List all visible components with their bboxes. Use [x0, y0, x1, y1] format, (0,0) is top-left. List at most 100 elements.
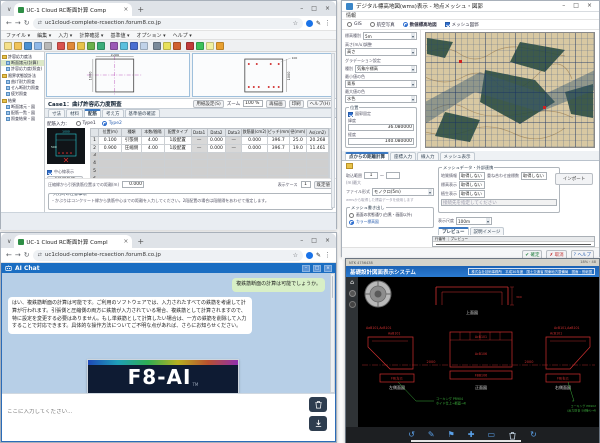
- send-button[interactable]: [309, 416, 327, 431]
- close-button[interactable]: ×: [587, 3, 592, 9]
- pen-extension-icon[interactable]: ✎: [316, 252, 321, 259]
- link-url-input[interactable]: 接続先を指定してください: [441, 199, 557, 206]
- settings-icon[interactable]: [186, 42, 194, 50]
- open-file-icon[interactable]: [14, 42, 22, 50]
- help-button[interactable]: ヘルプ(H): [307, 100, 333, 108]
- new-tab-button[interactable]: +: [137, 237, 144, 246]
- layers-icon[interactable]: [349, 301, 356, 308]
- browser-tab[interactable]: UC-1 Cloud RC断面計算 Comp ×: [14, 3, 132, 16]
- gis-radio[interactable]: GIS: [347, 22, 362, 27]
- clear-chat-button[interactable]: [309, 397, 327, 412]
- overlay-select[interactable]: 取得しない▾: [521, 172, 547, 180]
- tab-close-icon[interactable]: ×: [123, 6, 128, 13]
- mesh-checkbox[interactable]: メッシュ図郭: [445, 22, 479, 28]
- cut-icon[interactable]: [57, 42, 65, 50]
- type2-radio[interactable]: Type2: [102, 121, 122, 126]
- distance-input[interactable]: 0.000: [122, 181, 144, 188]
- url-field[interactable]: ⇄ uc1cloud-complete-rcsection.forum8.co.…: [33, 250, 303, 261]
- menu-info[interactable]: 情報: [346, 12, 356, 19]
- tab-mesh-display[interactable]: メッシュ表示: [440, 152, 475, 160]
- chat-message-area[interactable]: 複鉄筋断面の計算は可能でしょうか。 はい、複鉄筋断面の計算は可能です。ご利用のソ…: [2, 273, 335, 393]
- centerline-checkbox[interactable]: 中心線表示: [47, 169, 87, 175]
- tree-item[interactable]: 疲労照査: [1, 91, 44, 97]
- minimize-button[interactable]: –: [300, 238, 303, 244]
- format-select[interactable]: モノクロ(5m)▾: [372, 188, 434, 196]
- cad-canvas[interactable]: 300 上面図 AaB101,AcB101 AaB101 FB(左)1 左側面図…: [358, 277, 599, 427]
- calc-run-icon[interactable]: [153, 42, 161, 50]
- reload-icon[interactable]: ↻: [24, 251, 30, 259]
- export-color-radio[interactable]: カラー標高図: [349, 219, 431, 225]
- browser-menu-icon[interactable]: ⋮: [324, 19, 331, 27]
- terrain-map[interactable]: [425, 32, 595, 148]
- bookmark-star-icon[interactable]: ☆: [293, 20, 298, 27]
- tab-dimensions[interactable]: 寸法: [48, 109, 65, 117]
- new-tab-button[interactable]: +: [137, 5, 144, 14]
- forward-icon[interactable]: →: [15, 251, 21, 259]
- section-diagram-panel[interactable]: 1000 1000: [46, 53, 190, 97]
- tab-search-icon[interactable]: ∨: [7, 6, 11, 13]
- page-scrollbar[interactable]: [331, 53, 335, 208]
- pen-icon[interactable]: ✎: [428, 431, 435, 439]
- maximize-button[interactable]: □: [573, 3, 579, 9]
- elev-kind-select[interactable]: 5m▾: [363, 32, 417, 40]
- chat-minimize-button[interactable]: –: [302, 265, 310, 272]
- note-icon[interactable]: [206, 42, 214, 50]
- bookmark-star-icon[interactable]: ☆: [293, 252, 298, 259]
- menu-edit[interactable]: 編集 ▾: [37, 32, 51, 39]
- close-button[interactable]: ×: [325, 6, 330, 12]
- grad-kind-select[interactable]: 気象庁標高▾: [355, 65, 417, 73]
- refresh-icon[interactable]: [196, 42, 204, 50]
- result-icon[interactable]: [163, 42, 171, 50]
- save-icon[interactable]: [24, 42, 32, 50]
- fix-frame-checkbox[interactable]: 図郭固定: [348, 111, 414, 117]
- toolbar-scroll-indicator[interactable]: [411, 440, 521, 442]
- type1-radio[interactable]: Type1: [76, 121, 96, 126]
- tab-coordinate-input[interactable]: 座標入力: [390, 152, 416, 160]
- rebar-table[interactable]: 位置(m)種類本数/間隔配置タイプData1Data2Data3鉄筋量(cm2)…: [90, 128, 329, 178]
- print-button[interactable]: 印刷: [289, 100, 304, 108]
- extension-badge-icon[interactable]: [306, 20, 313, 27]
- range-from-input[interactable]: 1: [364, 172, 378, 179]
- tab-close-icon[interactable]: ×: [123, 238, 128, 245]
- move-icon[interactable]: ✚: [468, 431, 475, 439]
- tree-item[interactable]: 照査結果・図: [1, 116, 44, 122]
- lon-input[interactable]: 140.080000: [348, 138, 414, 145]
- menu-criteria[interactable]: 基準値 ▾: [110, 32, 129, 39]
- back-icon[interactable]: ←: [6, 19, 12, 27]
- chat-maximize-button[interactable]: □: [313, 265, 321, 272]
- browser-tab[interactable]: UC-1 Cloud RC断面計算 Compl ×: [14, 235, 132, 248]
- zoom-value-field[interactable]: 100 %: [243, 100, 263, 107]
- vegetation-select[interactable]: 取得しない▾: [459, 190, 485, 198]
- close-button[interactable]: ×: [325, 238, 330, 244]
- undo-icon[interactable]: ↺: [408, 431, 415, 439]
- tree-item[interactable]: 許容応力度(照査): [1, 66, 44, 72]
- redraw-button[interactable]: 再描画: [266, 100, 286, 108]
- reload-icon[interactable]: ↻: [24, 19, 30, 27]
- help-icon[interactable]: [216, 42, 224, 50]
- extension-badge-icon[interactable]: [306, 252, 313, 259]
- elevation-select[interactable]: 取得しない▾: [459, 181, 485, 189]
- frame-icon[interactable]: ▭: [488, 431, 496, 439]
- tab-line-input[interactable]: 線入力: [417, 152, 439, 160]
- chat-scrollbar[interactable]: [330, 273, 335, 393]
- maximize-button[interactable]: □: [311, 6, 317, 12]
- menu-calc[interactable]: 計算確認 ▾: [79, 32, 103, 39]
- case-stepper[interactable]: 1: [301, 181, 311, 188]
- aerial-radio[interactable]: 航空写真: [370, 22, 395, 28]
- chat-close-button[interactable]: ×: [324, 265, 332, 272]
- load-icon[interactable]: [130, 42, 138, 50]
- preview-icon[interactable]: [44, 42, 52, 50]
- copy-icon[interactable]: [67, 42, 75, 50]
- list-scrollbar[interactable]: [436, 244, 591, 245]
- min-color-select[interactable]: 青系▾: [345, 80, 417, 88]
- menu-help[interactable]: ヘルプ ▾: [173, 32, 192, 39]
- tab-criteria-check[interactable]: 基準値の確認: [125, 109, 160, 117]
- print-icon[interactable]: [34, 42, 42, 50]
- maximize-button[interactable]: □: [311, 238, 317, 244]
- export-mode-radio[interactable]: 画面の状態通り(白黒・画面以外): [349, 212, 431, 218]
- menu-options[interactable]: オプション ▾: [137, 32, 166, 39]
- dem-radio[interactable]: 数値標高地図: [403, 22, 437, 28]
- menu-file[interactable]: ファイル ▾: [6, 32, 30, 39]
- report-icon[interactable]: [173, 42, 181, 50]
- rebar-icon[interactable]: [120, 42, 128, 50]
